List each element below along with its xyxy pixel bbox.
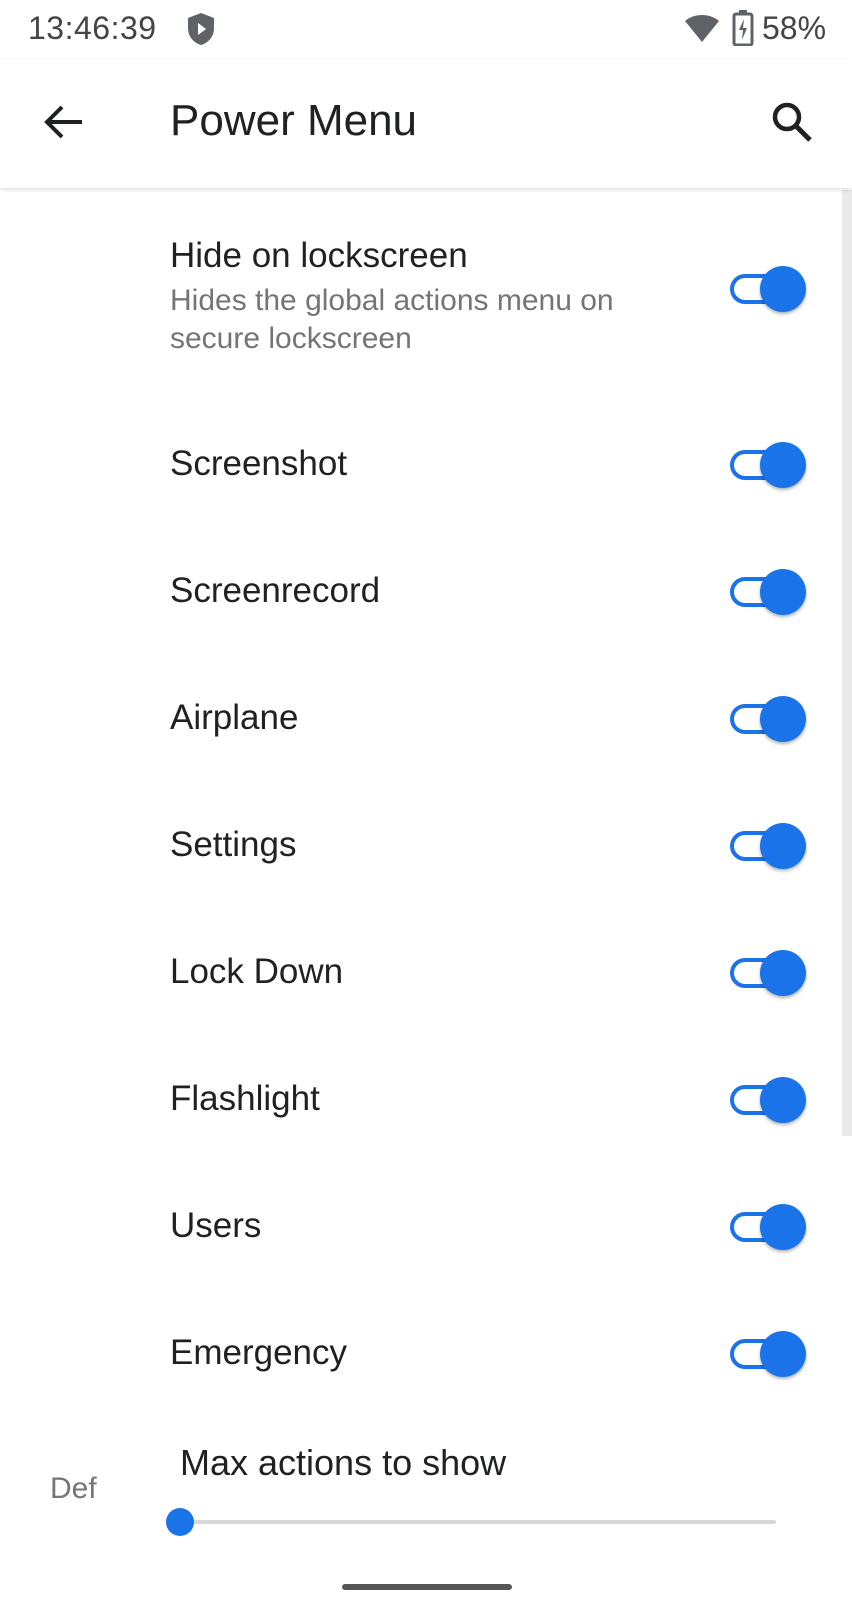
arrow-back-icon — [42, 102, 86, 147]
toggle-screenshot[interactable] — [730, 440, 806, 488]
search-icon — [770, 100, 814, 149]
setting-row-airplane[interactable]: Airplane — [0, 654, 852, 782]
wifi-icon — [684, 12, 720, 44]
status-time: 13:46:39 — [28, 10, 157, 46]
setting-title: Screenshot — [170, 444, 348, 483]
setting-title: Users — [170, 1206, 262, 1245]
slider-thumb[interactable] — [166, 1508, 194, 1536]
setting-row-users[interactable]: Users — [0, 1162, 852, 1290]
slider-value-label: Def — [50, 1472, 97, 1505]
setting-subtitle: Hides the global actions menu on secure … — [170, 284, 614, 355]
toggle-screenrecord[interactable] — [730, 567, 806, 615]
setting-title: Airplane — [170, 698, 299, 737]
search-button[interactable] — [764, 96, 820, 152]
setting-title: Settings — [170, 825, 297, 864]
toggle-emergency[interactable] — [730, 1329, 806, 1377]
toggle-hide-on-lockscreen[interactable] — [730, 264, 806, 312]
page-title: Power Menu — [170, 96, 418, 145]
toggle-airplane[interactable] — [730, 694, 806, 742]
toggle-settings[interactable] — [730, 821, 806, 869]
app-bar: Power Menu — [0, 60, 852, 188]
setting-title: Flashlight — [170, 1079, 320, 1118]
setting-title: Hide on lockscreen — [170, 236, 468, 275]
setting-title: Emergency — [170, 1333, 348, 1372]
shield-icon — [186, 12, 216, 46]
setting-title: Lock Down — [170, 952, 344, 991]
setting-row-screenrecord[interactable]: Screenrecord — [0, 527, 852, 655]
setting-row-settings[interactable]: Settings — [0, 781, 852, 909]
setting-title: Screenrecord — [170, 571, 381, 610]
max-actions-slider[interactable] — [166, 1508, 776, 1536]
setting-row-hide-on-lockscreen[interactable]: Hide on lockscreen Hides the global acti… — [0, 190, 852, 398]
setting-row-lock-down[interactable]: Lock Down — [0, 908, 852, 1036]
slider-title: Max actions to show — [180, 1442, 507, 1483]
battery-charging-icon — [732, 10, 754, 47]
setting-row-screenshot[interactable]: Screenshot — [0, 400, 852, 528]
gesture-nav-handle[interactable] — [342, 1584, 512, 1590]
battery-percent: 58% — [762, 10, 827, 46]
setting-row-flashlight[interactable]: Flashlight — [0, 1035, 852, 1163]
status-bar: 13:46:39 58% — [0, 0, 852, 60]
setting-row-emergency[interactable]: Emergency — [0, 1289, 852, 1417]
back-button[interactable] — [36, 96, 92, 152]
toggle-lock-down[interactable] — [730, 948, 806, 996]
toggle-flashlight[interactable] — [730, 1075, 806, 1123]
toggle-users[interactable] — [730, 1202, 806, 1250]
